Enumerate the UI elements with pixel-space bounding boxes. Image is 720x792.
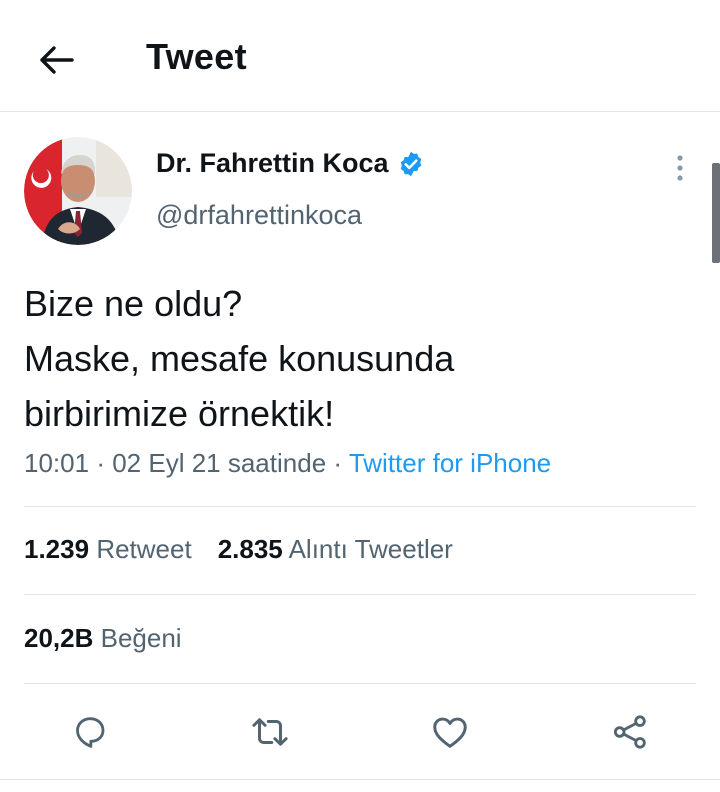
arrow-left-icon: [40, 46, 74, 74]
meta-separator: ·: [96, 448, 105, 478]
tweet-meta: 10:01 · 02 Eyl 21 saatinde · Twitter for…: [24, 448, 551, 479]
likes-stats-row: 20,2B Beğeni: [24, 623, 182, 654]
avatar[interactable]: [24, 137, 132, 245]
tweet-text: Bize ne oldu? Maske, mesafe konusunda bi…: [24, 276, 694, 441]
author-display-name: Dr. Fahrettin Koca: [156, 148, 389, 178]
tweet-text-line: birbirimize örnektik!: [24, 393, 335, 434]
quotes-count: 2.835: [217, 534, 283, 564]
like-button[interactable]: [426, 708, 474, 756]
divider: [24, 506, 696, 507]
divider: [24, 683, 696, 684]
share-icon: [613, 715, 646, 749]
likes-label: Beğeni: [100, 623, 182, 653]
tweet-text-line: Bize ne oldu?: [24, 283, 243, 324]
reply-button[interactable]: [66, 708, 114, 756]
tweet-time[interactable]: 10:01: [24, 448, 89, 478]
retweets-stat[interactable]: 1.239 Retweet: [24, 534, 192, 565]
retweet-icon: [252, 718, 288, 746]
quotes-stat[interactable]: 2.835 Alıntı Tweetler: [218, 534, 453, 565]
likes-count: 20,2B: [24, 623, 94, 653]
heart-icon: [433, 717, 467, 748]
more-options-button[interactable]: [664, 150, 696, 186]
quotes-label: Alıntı Tweetler: [288, 534, 453, 564]
retweets-label: Retweet: [96, 534, 192, 564]
back-button[interactable]: [30, 34, 82, 86]
scrollbar-thumb[interactable]: [712, 163, 720, 263]
author-handle[interactable]: @drfahrettinkoca: [156, 200, 362, 231]
tweet-source-link[interactable]: Twitter for iPhone: [349, 448, 551, 478]
tweet-text-line: Maske, mesafe konusunda: [24, 338, 455, 379]
author-name-row[interactable]: Dr. Fahrettin Koca: [156, 148, 425, 179]
page-title: Tweet: [146, 36, 247, 77]
divider: [24, 594, 696, 595]
meta-separator: ·: [333, 448, 343, 478]
more-vertical-icon: [677, 155, 683, 181]
divider: [0, 779, 720, 780]
avatar-image: [24, 137, 132, 245]
verified-badge-icon: [400, 151, 421, 176]
retweet-button[interactable]: [246, 708, 294, 756]
tweet-date[interactable]: 02 Eyl 21 saatinde: [112, 448, 326, 478]
likes-stat[interactable]: 20,2B Beğeni: [24, 623, 182, 654]
retweets-count: 1.239: [24, 534, 90, 564]
retweet-stats-row: 1.239 Retweet 2.835 Alıntı Tweetler: [24, 534, 453, 565]
reply-icon: [76, 717, 105, 748]
tweet-action-bar: [0, 700, 720, 766]
share-button[interactable]: [606, 708, 654, 756]
top-bar: Tweet: [0, 0, 720, 112]
